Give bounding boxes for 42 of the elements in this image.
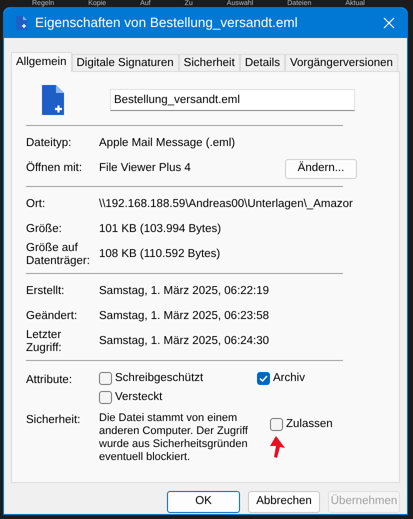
checkbox-box[interactable] — [99, 372, 112, 385]
property-value: Apple Mail Message (.eml) — [99, 136, 236, 151]
property-value: Samstag, 1. März 2025, 06:22:19 — [99, 284, 270, 299]
dialog-button[interactable]: Abbrechen — [248, 491, 320, 513]
security-note: Die Datei stammt von einem anderen Computer. Der Zugriff wurde aus Sicherheitsgründen eventuell blockiert. — [99, 412, 249, 464]
property-value: \\192.168.188.59\Andreas00\Unterlagen\_Amazor — [99, 196, 353, 212]
property-label: Öffnen mit: — [26, 162, 84, 175]
checkbox-box[interactable] — [99, 391, 112, 404]
document-icon — [16, 16, 27, 30]
checkbox-box[interactable] — [270, 418, 283, 431]
property-label: Attribute: — [26, 373, 74, 388]
tab[interactable]: Details — [240, 54, 285, 72]
property-label: Erstellt: — [26, 285, 66, 298]
checkbox[interactable]: Versteckt — [99, 391, 257, 404]
tab[interactable]: Vorgängerversionen — [284, 54, 398, 72]
property-label: Größe: — [26, 223, 63, 236]
file-name-field[interactable]: Bestellung_versandt.eml — [110, 89, 355, 111]
property-label: Geändert: — [26, 310, 78, 323]
property-label: Dateityp: — [26, 137, 72, 150]
property-value: Samstag, 1. März 2025, 06:24:30 — [99, 334, 270, 350]
tab[interactable]: Sicherheit — [178, 54, 240, 72]
property-value: 101 KB (103.994 Bytes) — [99, 222, 222, 237]
checkbox-box[interactable] — [257, 372, 270, 385]
checkbox[interactable]: Zulassen — [270, 418, 333, 431]
property-value: File Viewer Plus 4 — [99, 160, 191, 176]
arrow-annotation — [267, 435, 287, 459]
tab[interactable]: Digitale Signaturen — [72, 54, 179, 72]
close-icon[interactable] — [383, 17, 395, 29]
checkbox[interactable]: Archiv — [257, 372, 305, 385]
property-label: Ort: — [26, 198, 46, 211]
property-value: 108 KB (110.592 Bytes) — [99, 247, 220, 262]
property-value: Samstag, 1. März 2025, 06:23:58 — [99, 308, 270, 324]
change-button[interactable]: Ändern... — [285, 158, 357, 178]
checkmark-icon — [259, 374, 268, 383]
document-icon — [42, 85, 64, 115]
property-label: Letzter Zugriff: — [26, 329, 63, 355]
window-title: Eigenschaften von Bestellung_versandt.eml — [35, 14, 299, 32]
property-label: Sicherheit: — [26, 413, 82, 428]
tab[interactable]: Allgemein — [11, 52, 72, 72]
property-label: Größe auf Datenträger: — [26, 242, 91, 268]
dialog-button[interactable]: OK — [167, 491, 240, 513]
checkbox[interactable]: Schreibgeschützt — [99, 372, 257, 385]
